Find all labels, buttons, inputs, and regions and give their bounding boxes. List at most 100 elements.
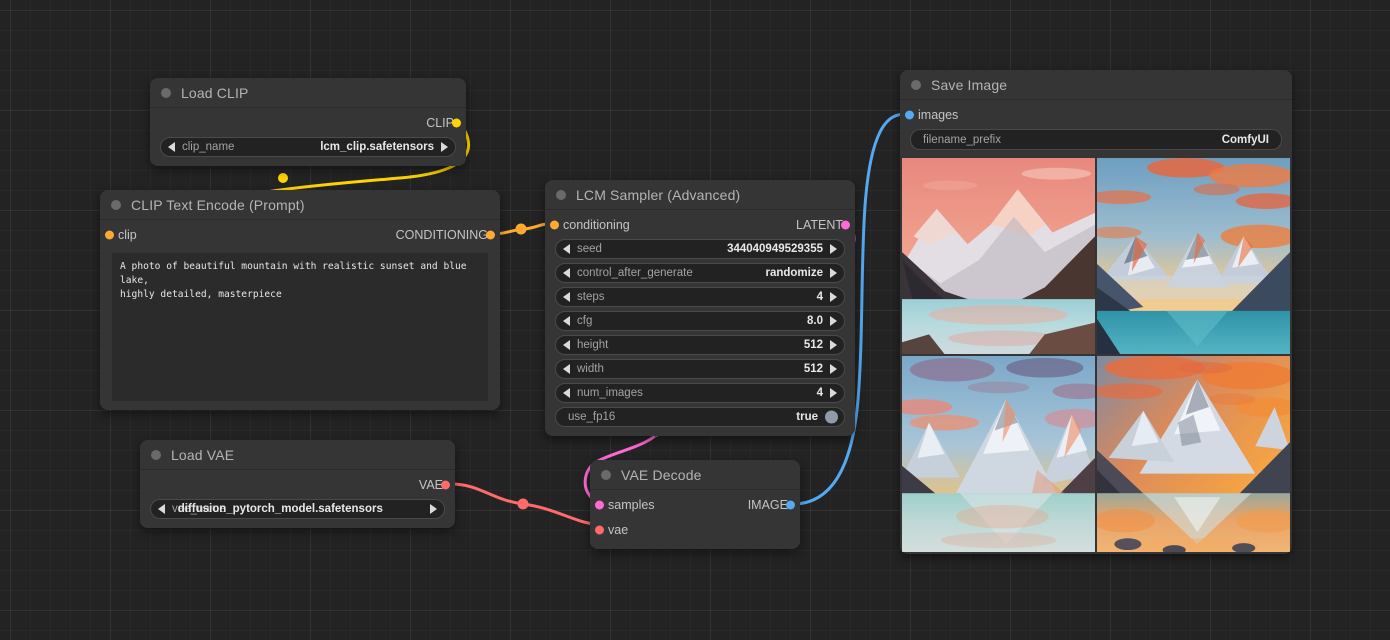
node-title-bar[interactable]: Load CLIP (150, 78, 466, 108)
widget-width[interactable]: width 512 (555, 359, 845, 379)
next-arrow-icon[interactable] (830, 292, 837, 302)
next-arrow-icon[interactable] (830, 340, 837, 350)
node-title-bar[interactable]: LCM Sampler (Advanced) (545, 180, 855, 210)
image-results-grid (900, 158, 1292, 554)
node-title-bar[interactable]: Load VAE (140, 440, 455, 470)
next-arrow-icon[interactable] (830, 316, 837, 326)
node-title: CLIP Text Encode (Prompt) (131, 196, 305, 213)
result-image-2[interactable] (1097, 158, 1290, 354)
input-slot-label: samples (608, 498, 655, 512)
node-load-vae[interactable]: Load VAE VAE vae_name diffusion_pytorch_… (140, 440, 455, 528)
output-port-dot-latent[interactable] (841, 220, 850, 230)
prev-arrow-icon[interactable] (168, 142, 175, 152)
output-slot-label: CONDITIONING (395, 228, 488, 242)
widget-value: lcm_clip.safetensors (320, 141, 434, 153)
prev-arrow-icon[interactable] (563, 268, 570, 278)
node-clip-text-encode[interactable]: CLIP Text Encode (Prompt) clip CONDITION… (100, 190, 500, 410)
prompt-textarea[interactable]: A photo of beautiful mountain with reali… (112, 253, 488, 401)
collapse-dot-icon[interactable] (556, 189, 566, 200)
prev-arrow-icon[interactable] (563, 244, 570, 254)
slot-row-samples[interactable]: samples IMAGE (590, 495, 800, 515)
input-slot-label: clip (118, 228, 137, 242)
widget-control-after-generate[interactable]: control_after_generate randomize (555, 263, 845, 283)
prev-arrow-icon[interactable] (563, 340, 570, 350)
widget-clip-name[interactable]: clip_name lcm_clip.safetensors (160, 137, 456, 157)
widget-cfg[interactable]: cfg 8.0 (555, 311, 845, 331)
result-image-3[interactable] (902, 356, 1095, 552)
widget-value: 344040949529355 (727, 243, 823, 255)
slot-row-vae[interactable]: vae (590, 520, 800, 540)
node-title: Save Image (931, 76, 1008, 93)
graph-canvas[interactable]: Load CLIP CLIP clip_name lcm_clip.safete… (0, 0, 1390, 640)
collapse-dot-icon[interactable] (601, 469, 611, 480)
node-title: LCM Sampler (Advanced) (576, 186, 741, 203)
collapse-dot-icon[interactable] (161, 87, 171, 98)
toggle-knob-icon[interactable] (825, 410, 838, 424)
node-body: CLIP clip_name lcm_clip.safetensors (150, 113, 466, 166)
widget-num-images[interactable]: num_images 4 (555, 383, 845, 403)
widget-height[interactable]: height 512 (555, 335, 845, 355)
widget-label: clip_name (182, 141, 235, 153)
prev-arrow-icon[interactable] (158, 504, 165, 514)
next-arrow-icon[interactable] (830, 388, 837, 398)
output-slot-clip[interactable]: CLIP (150, 113, 466, 133)
widget-vae-name[interactable]: vae_name diffusion_pytorch_model.safeten… (150, 499, 445, 519)
slot-row-images[interactable]: images (900, 105, 1292, 125)
prev-arrow-icon[interactable] (563, 292, 570, 302)
node-load-clip[interactable]: Load CLIP CLIP clip_name lcm_clip.safete… (150, 78, 466, 166)
output-port-dot-image[interactable] (786, 500, 795, 510)
node-title-bar[interactable]: CLIP Text Encode (Prompt) (100, 190, 500, 220)
next-arrow-icon[interactable] (830, 364, 837, 374)
node-title-bar[interactable]: Save Image (900, 70, 1292, 100)
input-port-dot-clip[interactable] (105, 230, 114, 240)
output-port-dot-conditioning[interactable] (486, 230, 495, 240)
widget-label: num_images (577, 387, 643, 399)
wire-conditioning (492, 222, 549, 236)
output-slot-label: IMAGE (747, 498, 788, 512)
node-title: Load CLIP (181, 84, 249, 101)
node-title: VAE Decode (621, 466, 702, 483)
widget-label: use_fp16 (568, 411, 616, 423)
collapse-dot-icon[interactable] (151, 449, 161, 460)
node-body: conditioning LATENT seed 344040949529355… (545, 215, 855, 436)
input-slot-label: conditioning (563, 218, 630, 232)
input-port-dot-vae[interactable] (595, 525, 604, 535)
widget-label: control_after_generate (577, 267, 693, 279)
node-save-image[interactable]: Save Image images filename_prefix ComfyU… (900, 70, 1292, 554)
next-arrow-icon[interactable] (830, 268, 837, 278)
widget-value: diffusion_pytorch_model.safetensors (177, 503, 383, 515)
widget-label: steps (577, 291, 605, 303)
slot-row-clip[interactable]: clip CONDITIONING (100, 225, 500, 245)
output-port-dot[interactable] (452, 118, 461, 128)
collapse-dot-icon[interactable] (911, 79, 921, 90)
node-body: images filename_prefix ComfyUI (900, 105, 1292, 554)
widget-seed[interactable]: seed 344040949529355 (555, 239, 845, 259)
output-slot-label: LATENT (796, 218, 843, 232)
input-port-dot-conditioning[interactable] (550, 220, 559, 230)
widget-label: height (577, 339, 609, 351)
node-title-bar[interactable]: VAE Decode (590, 460, 800, 490)
output-slot-vae[interactable]: VAE (140, 475, 455, 495)
widget-value: randomize (765, 267, 823, 279)
next-arrow-icon[interactable] (830, 244, 837, 254)
prev-arrow-icon[interactable] (563, 388, 570, 398)
node-lcm-sampler[interactable]: LCM Sampler (Advanced) conditioning LATE… (545, 180, 855, 436)
slot-row-conditioning[interactable]: conditioning LATENT (545, 215, 855, 235)
input-port-dot-samples[interactable] (595, 500, 604, 510)
output-port-dot[interactable] (441, 480, 450, 490)
prev-arrow-icon[interactable] (563, 316, 570, 326)
collapse-dot-icon[interactable] (111, 199, 121, 210)
result-image-1[interactable] (902, 158, 1095, 354)
input-slot-label: vae (608, 523, 629, 537)
node-body: VAE vae_name diffusion_pytorch_model.saf… (140, 475, 455, 528)
widget-steps[interactable]: steps 4 (555, 287, 845, 307)
node-vae-decode[interactable]: VAE Decode samples IMAGE vae (590, 460, 800, 549)
widget-filename-prefix[interactable]: filename_prefix ComfyUI (910, 129, 1282, 150)
output-slot-label: CLIP (426, 116, 454, 130)
next-arrow-icon[interactable] (430, 504, 437, 514)
result-image-4[interactable] (1097, 356, 1290, 552)
input-port-dot-images[interactable] (905, 110, 914, 120)
widget-use-fp16[interactable]: use_fp16 true (555, 407, 845, 427)
prev-arrow-icon[interactable] (563, 364, 570, 374)
next-arrow-icon[interactable] (441, 142, 448, 152)
